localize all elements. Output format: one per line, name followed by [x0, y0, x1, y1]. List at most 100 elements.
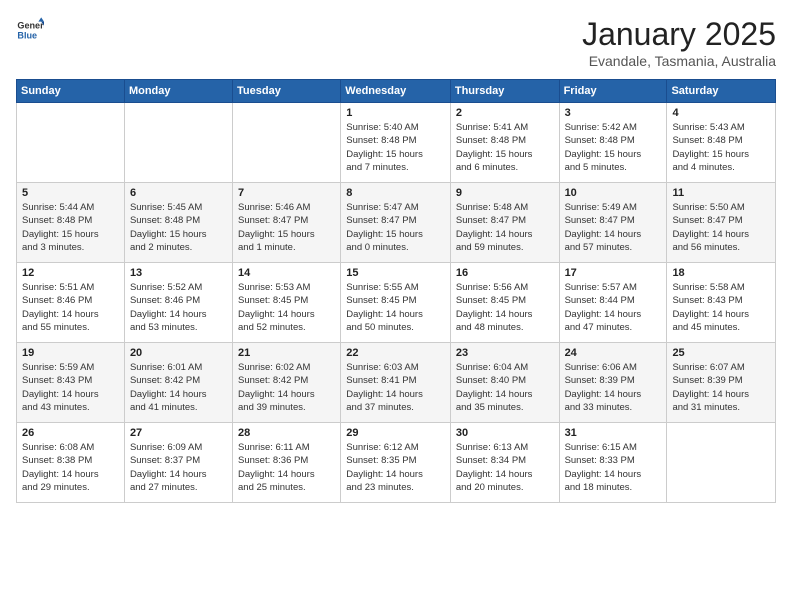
calendar-cell: 19 Sunrise: 5:59 AM Sunset: 8:43 PM Dayli…	[17, 343, 125, 423]
title-area: January 2025 Evandale, Tasmania, Austral…	[582, 16, 776, 69]
cell-content: Sunrise: 6:03 AM Sunset: 8:41 PM Dayligh…	[346, 361, 445, 414]
cell-content: Sunrise: 5:40 AM Sunset: 8:48 PM Dayligh…	[346, 121, 445, 174]
calendar-cell: 26Sunrise: 6:08 AM Sunset: 8:38 PM Dayli…	[17, 423, 125, 503]
cell-content: Sunrise: 6:11 AM Sunset: 8:36 PM Dayligh…	[238, 441, 335, 494]
day-number: 27	[130, 427, 227, 439]
day-number: 10	[565, 187, 662, 199]
calendar-cell: 13 Sunrise: 5:52 AM Sunset: 8:46 PM Dayli…	[124, 263, 232, 343]
calendar-cell: 12 Sunrise: 5:51 AM Sunset: 8:46 PM Dayli…	[17, 263, 125, 343]
cell-content: Sunrise: 6:07 AM Sunset: 8:39 PM Dayligh…	[672, 361, 770, 414]
cell-content: Sunrise: 5:46 AM Sunset: 8:47 PM Dayligh…	[238, 201, 335, 254]
cell-content: Sunrise: 6:09 AM Sunset: 8:37 PM Dayligh…	[130, 441, 227, 494]
day-number: 7	[238, 187, 335, 199]
day-number: 29	[346, 427, 445, 439]
day-number: 12	[22, 267, 119, 279]
cell-content: Sunrise: 6:12 AM Sunset: 8:35 PM Dayligh…	[346, 441, 445, 494]
calendar-week-row: 19 Sunrise: 5:59 AM Sunset: 8:43 PM Dayli…	[17, 343, 776, 423]
calendar-cell: 31Sunrise: 6:15 AM Sunset: 8:33 PM Dayli…	[559, 423, 667, 503]
cell-content: Sunrise: 5:55 AM Sunset: 8:45 PM Dayligh…	[346, 281, 445, 334]
cell-content: Sunrise: 5:50 AM Sunset: 8:47 PM Dayligh…	[672, 201, 770, 254]
day-number: 8	[346, 187, 445, 199]
calendar-cell: 1 Sunrise: 5:40 AM Sunset: 8:48 PM Daylig…	[341, 103, 451, 183]
cell-content: Sunrise: 5:52 AM Sunset: 8:46 PM Dayligh…	[130, 281, 227, 334]
calendar-title: January 2025	[582, 16, 776, 53]
calendar-week-row: 1 Sunrise: 5:40 AM Sunset: 8:48 PM Daylig…	[17, 103, 776, 183]
cell-content: Sunrise: 5:44 AM Sunset: 8:48 PM Dayligh…	[22, 201, 119, 254]
weekday-header-friday: Friday	[559, 80, 667, 103]
weekday-header-tuesday: Tuesday	[233, 80, 341, 103]
calendar-cell: 29 Sunrise: 6:12 AM Sunset: 8:35 PM Dayli…	[341, 423, 451, 503]
calendar-cell: 22 Sunrise: 6:03 AM Sunset: 8:41 PM Dayli…	[341, 343, 451, 423]
calendar-cell: 18 Sunrise: 5:58 AM Sunset: 8:43 PM Dayli…	[667, 263, 776, 343]
calendar-week-row: 12 Sunrise: 5:51 AM Sunset: 8:46 PM Dayli…	[17, 263, 776, 343]
calendar-table: SundayMondayTuesdayWednesdayThursdayFrid…	[16, 79, 776, 503]
calendar-cell: 20Sunrise: 6:01 AM Sunset: 8:42 PM Dayli…	[124, 343, 232, 423]
calendar-cell: 30 Sunrise: 6:13 AM Sunset: 8:34 PM Dayli…	[450, 423, 559, 503]
calendar-cell: 28 Sunrise: 6:11 AM Sunset: 8:36 PM Dayli…	[233, 423, 341, 503]
day-number: 11	[672, 187, 770, 199]
day-number: 28	[238, 427, 335, 439]
weekday-header-sunday: Sunday	[17, 80, 125, 103]
calendar-cell: 25Sunrise: 6:07 AM Sunset: 8:39 PM Dayli…	[667, 343, 776, 423]
calendar-cell: 24Sunrise: 6:06 AM Sunset: 8:39 PM Dayli…	[559, 343, 667, 423]
cell-content: Sunrise: 5:45 AM Sunset: 8:48 PM Dayligh…	[130, 201, 227, 254]
calendar-cell: 16 Sunrise: 5:56 AM Sunset: 8:45 PM Dayli…	[450, 263, 559, 343]
day-number: 13	[130, 267, 227, 279]
cell-content: Sunrise: 6:06 AM Sunset: 8:39 PM Dayligh…	[565, 361, 662, 414]
calendar-cell: 9 Sunrise: 5:48 AM Sunset: 8:47 PM Daylig…	[450, 183, 559, 263]
calendar-week-row: 26Sunrise: 6:08 AM Sunset: 8:38 PM Dayli…	[17, 423, 776, 503]
calendar-cell	[233, 103, 341, 183]
logo-icon: General Blue	[16, 16, 44, 44]
calendar-cell: 8 Sunrise: 5:47 AM Sunset: 8:47 PM Daylig…	[341, 183, 451, 263]
cell-content: Sunrise: 5:59 AM Sunset: 8:43 PM Dayligh…	[22, 361, 119, 414]
header: General Blue January 2025 Evandale, Tasm…	[16, 16, 776, 69]
svg-text:Blue: Blue	[17, 30, 37, 40]
day-number: 19	[22, 347, 119, 359]
calendar-cell: 2Sunrise: 5:41 AM Sunset: 8:48 PM Daylig…	[450, 103, 559, 183]
day-number: 15	[346, 267, 445, 279]
calendar-subtitle: Evandale, Tasmania, Australia	[582, 53, 776, 69]
day-number: 1	[346, 107, 445, 119]
weekday-header-monday: Monday	[124, 80, 232, 103]
day-number: 18	[672, 267, 770, 279]
calendar-cell: 11 Sunrise: 5:50 AM Sunset: 8:47 PM Dayli…	[667, 183, 776, 263]
day-number: 6	[130, 187, 227, 199]
day-number: 23	[456, 347, 554, 359]
cell-content: Sunrise: 6:01 AM Sunset: 8:42 PM Dayligh…	[130, 361, 227, 414]
cell-content: Sunrise: 6:02 AM Sunset: 8:42 PM Dayligh…	[238, 361, 335, 414]
weekday-header-saturday: Saturday	[667, 80, 776, 103]
cell-content: Sunrise: 5:48 AM Sunset: 8:47 PM Dayligh…	[456, 201, 554, 254]
cell-content: Sunrise: 5:43 AM Sunset: 8:48 PM Dayligh…	[672, 121, 770, 174]
day-number: 2	[456, 107, 554, 119]
cell-content: Sunrise: 6:04 AM Sunset: 8:40 PM Dayligh…	[456, 361, 554, 414]
day-number: 9	[456, 187, 554, 199]
day-number: 14	[238, 267, 335, 279]
day-number: 22	[346, 347, 445, 359]
cell-content: Sunrise: 5:47 AM Sunset: 8:47 PM Dayligh…	[346, 201, 445, 254]
cell-content: Sunrise: 6:13 AM Sunset: 8:34 PM Dayligh…	[456, 441, 554, 494]
calendar-week-row: 5 Sunrise: 5:44 AM Sunset: 8:48 PM Daylig…	[17, 183, 776, 263]
day-number: 17	[565, 267, 662, 279]
day-number: 26	[22, 427, 119, 439]
cell-content: Sunrise: 5:57 AM Sunset: 8:44 PM Dayligh…	[565, 281, 662, 334]
day-number: 30	[456, 427, 554, 439]
day-number: 5	[22, 187, 119, 199]
calendar-cell: 3Sunrise: 5:42 AM Sunset: 8:48 PM Daylig…	[559, 103, 667, 183]
calendar-cell: 23 Sunrise: 6:04 AM Sunset: 8:40 PM Dayli…	[450, 343, 559, 423]
weekday-header-wednesday: Wednesday	[341, 80, 451, 103]
calendar-cell: 10Sunrise: 5:49 AM Sunset: 8:47 PM Dayli…	[559, 183, 667, 263]
day-number: 16	[456, 267, 554, 279]
svg-text:General: General	[17, 21, 44, 31]
cell-content: Sunrise: 5:51 AM Sunset: 8:46 PM Dayligh…	[22, 281, 119, 334]
day-number: 21	[238, 347, 335, 359]
calendar-cell: 7 Sunrise: 5:46 AM Sunset: 8:47 PM Daylig…	[233, 183, 341, 263]
calendar-cell: 17 Sunrise: 5:57 AM Sunset: 8:44 PM Dayli…	[559, 263, 667, 343]
cell-content: Sunrise: 5:56 AM Sunset: 8:45 PM Dayligh…	[456, 281, 554, 334]
day-number: 3	[565, 107, 662, 119]
weekday-header-thursday: Thursday	[450, 80, 559, 103]
cell-content: Sunrise: 5:58 AM Sunset: 8:43 PM Dayligh…	[672, 281, 770, 334]
cell-content: Sunrise: 5:53 AM Sunset: 8:45 PM Dayligh…	[238, 281, 335, 334]
calendar-cell: 21 Sunrise: 6:02 AM Sunset: 8:42 PM Dayli…	[233, 343, 341, 423]
calendar-cell: 27 Sunrise: 6:09 AM Sunset: 8:37 PM Dayli…	[124, 423, 232, 503]
calendar-cell: 5 Sunrise: 5:44 AM Sunset: 8:48 PM Daylig…	[17, 183, 125, 263]
